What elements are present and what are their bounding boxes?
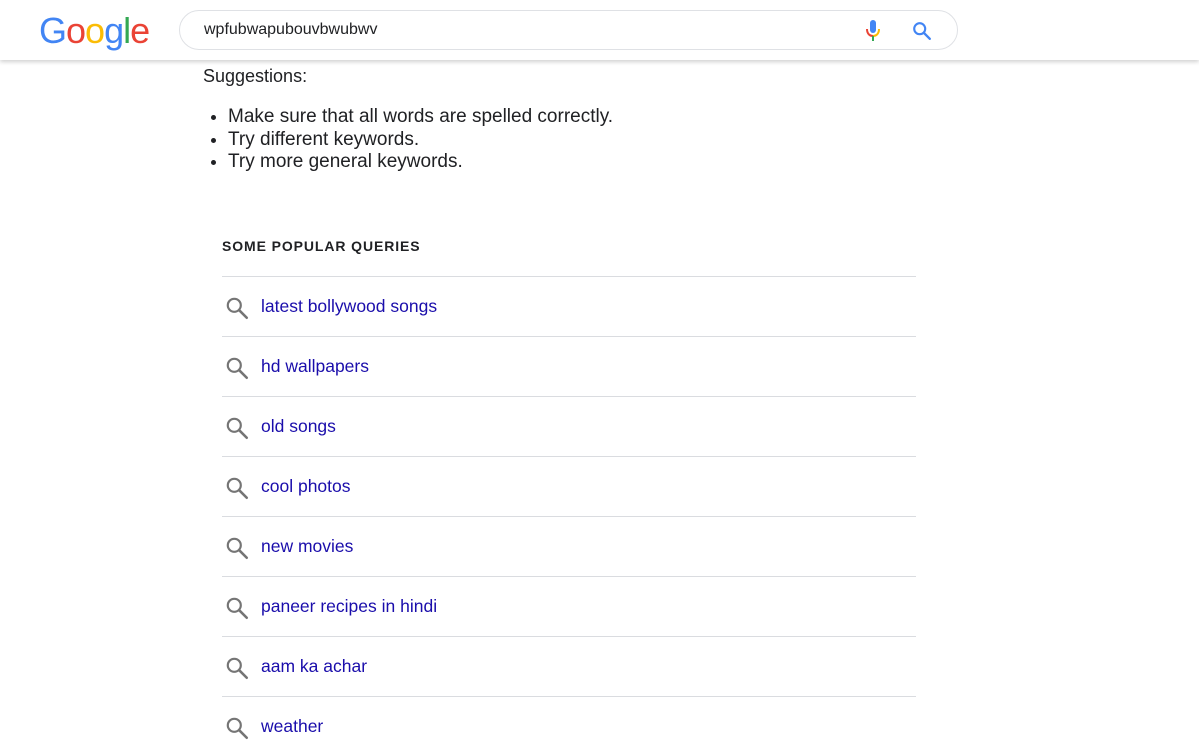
search-icon <box>224 415 250 441</box>
suggestion-item: Try different keywords. <box>228 129 613 152</box>
popular-query-item[interactable]: weather <box>222 697 916 756</box>
popular-query-link[interactable]: old songs <box>261 416 336 437</box>
search-box <box>179 10 958 50</box>
logo-letter: l <box>123 10 131 51</box>
google-logo[interactable]: Google <box>39 9 150 53</box>
popular-query-item[interactable]: new movies <box>222 517 916 577</box>
popular-queries-heading: SOME POPULAR QUERIES <box>222 236 916 277</box>
search-button[interactable] <box>909 18 935 44</box>
search-input[interactable] <box>204 19 844 41</box>
popular-query-item[interactable]: old songs <box>222 397 916 457</box>
suggestion-item: Make sure that all words are spelled cor… <box>228 106 613 129</box>
search-icon <box>224 715 250 741</box>
logo-letter: g <box>104 10 124 51</box>
voice-search-button[interactable] <box>860 18 886 44</box>
suggestion-item: Try more general keywords. <box>228 151 613 174</box>
search-icon <box>224 475 250 501</box>
search-icon <box>224 355 250 381</box>
search-icon <box>224 295 250 321</box>
popular-query-link[interactable]: hd wallpapers <box>261 356 369 377</box>
results-area: Suggestions: Make sure that all words ar… <box>0 60 1199 753</box>
popular-query-link[interactable]: weather <box>261 716 323 737</box>
suggestions-list: Make sure that all words are spelled cor… <box>203 106 613 174</box>
popular-query-link[interactable]: latest bollywood songs <box>261 296 437 317</box>
popular-queries-section: SOME POPULAR QUERIES latest bollywood so… <box>222 236 916 756</box>
logo-letter: o <box>66 10 86 51</box>
popular-query-item[interactable]: aam ka achar <box>222 637 916 697</box>
popular-query-link[interactable]: cool photos <box>261 476 351 497</box>
search-icon <box>224 655 250 681</box>
logo-letter: e <box>130 10 150 51</box>
popular-query-link[interactable]: new movies <box>261 536 353 557</box>
logo-letter: G <box>39 10 67 51</box>
popular-query-link[interactable]: aam ka achar <box>261 656 367 677</box>
popular-query-item[interactable]: paneer recipes in hindi <box>222 577 916 637</box>
search-icon <box>224 535 250 561</box>
search-icon <box>913 22 931 40</box>
popular-query-item[interactable]: latest bollywood songs <box>222 277 916 337</box>
popular-query-item[interactable]: cool photos <box>222 457 916 517</box>
popular-query-item[interactable]: hd wallpapers <box>222 337 916 397</box>
microphone-icon <box>866 20 880 41</box>
search-icon <box>224 595 250 621</box>
logo-letter: o <box>85 10 105 51</box>
suggestions-label: Suggestions: <box>203 66 308 86</box>
popular-query-link[interactable]: paneer recipes in hindi <box>261 596 437 617</box>
header-bar: Google <box>0 0 1199 60</box>
